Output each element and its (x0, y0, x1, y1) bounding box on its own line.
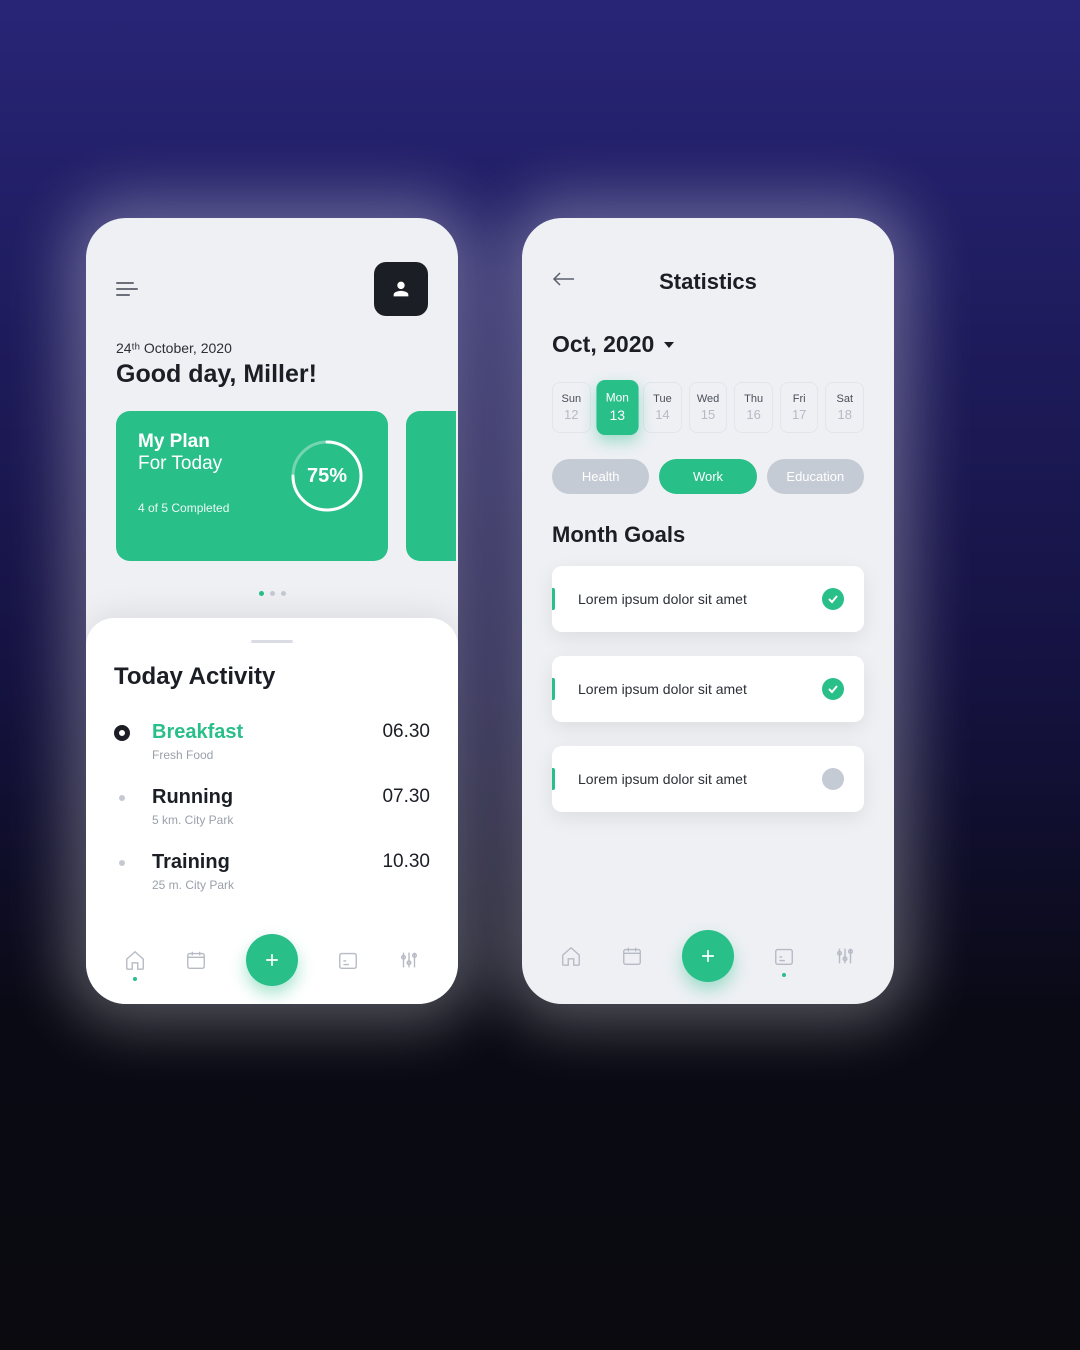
activity-time: 10.30 (382, 851, 430, 873)
carousel-dots (86, 561, 458, 601)
statistics-screen: Statistics Oct, 2020 Sun12 Mon13 Tue14 W… (522, 218, 894, 1004)
activity-name: Breakfast (152, 721, 382, 744)
menu-icon[interactable] (116, 282, 138, 296)
progress-ring: 75% (288, 437, 366, 515)
goal-text: Lorem ipsum dolor sit amet (578, 681, 747, 697)
activity-list: Breakfast Fresh Food 06.30 Running 5 km.… (114, 709, 430, 904)
settings-icon[interactable] (398, 949, 420, 971)
day-thu[interactable]: Thu16 (734, 382, 773, 433)
header: Statistics (522, 218, 894, 293)
activity-row[interactable]: Training 25 m. City Park 10.30 (114, 839, 430, 904)
activity-row[interactable]: Running 5 km. City Park 07.30 (114, 774, 430, 839)
settings-icon[interactable] (834, 945, 856, 967)
profile-button[interactable] (374, 262, 428, 316)
chevron-down-icon (664, 342, 674, 348)
home-screen: 24ᵗʰ October, 2020 Good day, Miller! My … (86, 218, 458, 1004)
filter-pills: Health Work Education (522, 433, 894, 494)
home-icon[interactable] (560, 945, 582, 967)
plan-card[interactable]: My Plan For Today 4 of 5 Completed 75% (116, 411, 388, 561)
bottom-nav (522, 930, 894, 982)
goal-text: Lorem ipsum dolor sit amet (578, 591, 747, 607)
month-picker[interactable]: Oct, 2020 (522, 293, 894, 358)
goal-item[interactable]: Lorem ipsum dolor sit amet (552, 656, 864, 722)
day-mon[interactable]: Mon13 (596, 380, 638, 435)
progress-percent: 75% (288, 437, 366, 515)
activity-time: 06.30 (382, 721, 430, 743)
activity-title: Today Activity (114, 663, 430, 691)
day-strip: Sun12 Mon13 Tue14 Wed15 Thu16 Fri17 Sat1… (522, 358, 894, 433)
filter-health[interactable]: Health (552, 459, 649, 494)
calendar-icon[interactable] (185, 949, 207, 971)
check-icon[interactable] (822, 588, 844, 610)
goal-item[interactable]: Lorem ipsum dolor sit amet (552, 746, 864, 812)
date-label: 24ᵗʰ October, 2020 (86, 316, 458, 356)
day-sun[interactable]: Sun12 (552, 382, 591, 433)
bottom-nav (86, 934, 458, 986)
activity-name: Running (152, 786, 382, 809)
plan-carousel[interactable]: My Plan For Today 4 of 5 Completed 75% (86, 389, 458, 561)
filter-work[interactable]: Work (659, 459, 756, 494)
day-fri[interactable]: Fri17 (780, 382, 819, 433)
activity-desc: 5 km. City Park (152, 813, 382, 827)
day-sat[interactable]: Sat18 (825, 382, 864, 433)
activity-desc: Fresh Food (152, 748, 382, 762)
goal-item[interactable]: Lorem ipsum dolor sit amet (552, 566, 864, 632)
header (86, 218, 458, 316)
schedule-icon[interactable] (337, 949, 359, 971)
day-tue[interactable]: Tue14 (643, 382, 682, 433)
calendar-icon[interactable] (621, 945, 643, 967)
goals-list: Lorem ipsum dolor sit amet Lorem ipsum d… (522, 548, 894, 812)
greeting: Good day, Miller! (86, 356, 458, 389)
goals-title: Month Goals (522, 494, 894, 548)
activity-name: Training (152, 851, 382, 874)
bullet-active-icon (114, 725, 130, 741)
home-icon[interactable] (124, 949, 146, 971)
activity-desc: 25 m. City Park (152, 878, 382, 892)
add-button[interactable] (246, 934, 298, 986)
add-button[interactable] (682, 930, 734, 982)
page-title: Statistics (522, 269, 894, 295)
activity-sheet: Today Activity Breakfast Fresh Food 06.3… (86, 618, 458, 1004)
sheet-handle[interactable] (251, 640, 293, 643)
filter-education[interactable]: Education (767, 459, 864, 494)
activity-time: 07.30 (382, 786, 430, 808)
pending-icon[interactable] (822, 768, 844, 790)
goal-text: Lorem ipsum dolor sit amet (578, 771, 747, 787)
plan-card-next[interactable] (406, 411, 456, 561)
check-icon[interactable] (822, 678, 844, 700)
activity-row[interactable]: Breakfast Fresh Food 06.30 (114, 709, 430, 774)
day-wed[interactable]: Wed15 (689, 382, 728, 433)
bullet-icon (119, 795, 125, 801)
schedule-icon[interactable] (773, 945, 795, 967)
bullet-icon (119, 860, 125, 866)
month-label: Oct, 2020 (552, 331, 654, 358)
